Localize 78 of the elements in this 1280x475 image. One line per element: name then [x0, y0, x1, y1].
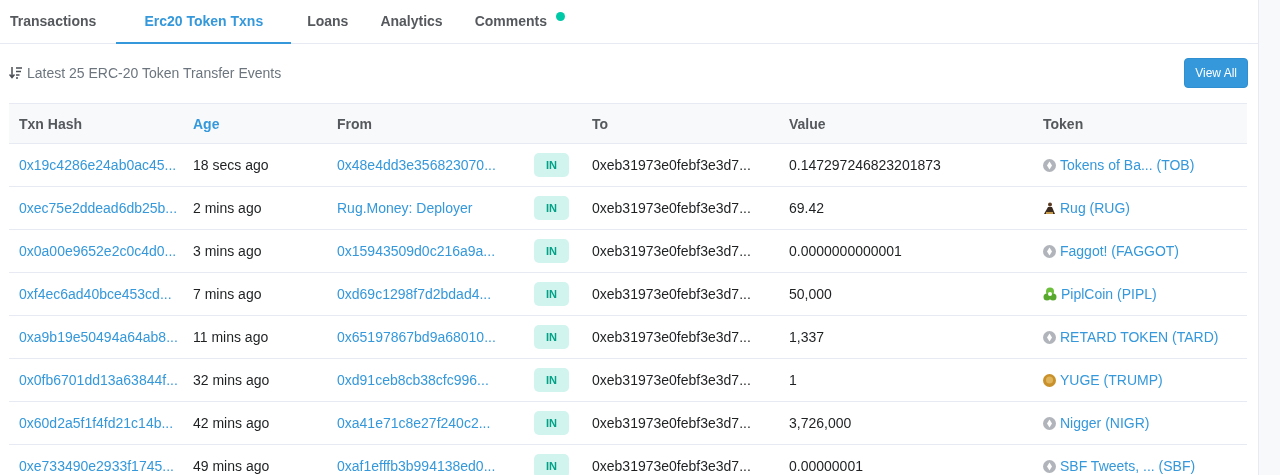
token-link[interactable]: RETARD TOKEN (TARD) — [1060, 329, 1219, 345]
direction-badge: IN — [534, 325, 569, 349]
value-text: 50,000 — [789, 286, 832, 302]
direction-badge: IN — [534, 368, 569, 392]
address-link[interactable]: 0xa41e71c8e27f240c2... — [337, 415, 491, 431]
txn-hash-link[interactable]: 0xa9b19e50494a64ab8... — [19, 329, 178, 345]
txn-hash-link[interactable]: 0x0fb6701dd13a63844f... — [19, 372, 178, 388]
value-text: 0.147297246823201873 — [789, 157, 941, 173]
age-text: 32 mins ago — [193, 372, 270, 388]
direction-badge: IN — [534, 282, 569, 306]
txn-hash-link[interactable]: 0x19c4286e24ab0ac45... — [19, 157, 177, 173]
column-header[interactable]: Age — [193, 115, 220, 132]
token-icon — [1043, 287, 1057, 301]
address-text: 0xeb31973e0febf3e3d7... — [592, 157, 751, 173]
direction-badge: IN — [534, 239, 569, 263]
token-icon — [1043, 244, 1056, 258]
age-text: 49 mins ago — [193, 458, 270, 474]
token-link[interactable]: Faggot! (FAGGOT) — [1060, 243, 1180, 259]
address-text: 0xeb31973e0febf3e3d7... — [592, 329, 751, 345]
token-link[interactable]: PiplCoin (PIPL) — [1061, 286, 1157, 302]
address-text: 0xeb31973e0febf3e3d7... — [592, 286, 751, 302]
column-header: Token — [1043, 115, 1084, 132]
address-link[interactable]: 0x65197867bd9a68010... — [337, 329, 496, 345]
txn-hash-link[interactable]: 0xf4ec6ad40bce453cd... — [19, 286, 172, 302]
address-text: 0xeb31973e0febf3e3d7... — [592, 458, 751, 474]
age-text: 42 mins ago — [193, 415, 270, 431]
address-link[interactable]: 0xd91ceb8cb38cfc996... — [337, 372, 489, 388]
direction-badge: IN — [534, 196, 569, 220]
value-text: 3,726,000 — [789, 415, 852, 431]
address-text: 0xeb31973e0febf3e3d7... — [592, 243, 751, 259]
sort-icon — [9, 67, 23, 79]
tab[interactable]: Loans — [291, 0, 365, 44]
txn-hash-link[interactable]: 0xe733490e2933f1745... — [19, 458, 174, 474]
age-text: 3 mins ago — [193, 243, 262, 259]
column-header: To — [592, 115, 609, 132]
tab[interactable]: Transactions — [0, 0, 117, 44]
tab[interactable]: Analytics — [364, 0, 459, 44]
token-link[interactable]: Nigger (NIGR) — [1060, 415, 1150, 431]
view-all-button[interactable]: View All — [1184, 58, 1248, 88]
token-link[interactable]: Rug (RUG) — [1060, 200, 1130, 216]
address-link[interactable]: 0x48e4dd3e356823070... — [337, 157, 496, 173]
value-text: 1 — [789, 372, 797, 388]
column-header: Txn Hash — [19, 115, 82, 132]
token-icon — [1043, 158, 1056, 172]
age-text: 2 mins ago — [193, 200, 262, 216]
direction-badge: IN — [534, 454, 569, 475]
address-link[interactable]: 0xaf1efffb3b994138ed0... — [337, 458, 496, 474]
address-link[interactable]: 0x15943509d0c216a9a... — [337, 243, 496, 259]
address-text: 0xeb31973e0febf3e3d7... — [592, 415, 751, 431]
direction-badge: IN — [534, 411, 569, 435]
column-header: Value — [789, 115, 826, 132]
token-icon — [1043, 330, 1056, 344]
tab[interactable]: Comments — [458, 0, 575, 44]
value-text: 0.0000000000001 — [789, 243, 902, 259]
txn-hash-link[interactable]: 0x0a00e9652e2c0c4d0... — [19, 243, 177, 259]
token-link[interactable]: YUGE (TRUMP) — [1060, 372, 1163, 388]
value-text: 1,337 — [789, 329, 825, 345]
address-text: 0xeb31973e0febf3e3d7... — [592, 372, 751, 388]
figure-icon — [1043, 201, 1056, 215]
age-text: 7 mins ago — [193, 286, 262, 302]
token-link[interactable]: SBF Tweets, ... (SBF) — [1060, 458, 1196, 474]
column-header: From — [337, 115, 372, 132]
txn-hash-link[interactable]: 0x60d2a5f1f4fd21c14b... — [19, 415, 174, 431]
age-text: 18 secs ago — [193, 157, 269, 173]
coin-icon — [1043, 373, 1056, 387]
value-text: 69.42 — [789, 200, 825, 216]
section-title: Latest 25 ERC-20 Token Transfer Events — [27, 65, 282, 81]
address-link[interactable]: 0xd69c1298f7d2bdad4... — [337, 286, 492, 302]
value-text: 0.00000001 — [789, 458, 863, 474]
tab[interactable]: Erc20 Token Txns — [116, 0, 292, 44]
direction-badge: IN — [534, 153, 569, 177]
address-text: 0xeb31973e0febf3e3d7... — [592, 200, 751, 216]
notification-dot-icon — [556, 12, 565, 21]
token-icon — [1043, 416, 1056, 430]
age-text: 11 mins ago — [193, 329, 269, 345]
txn-hash-link[interactable]: 0xec75e2ddead6db25b... — [19, 200, 178, 216]
address-link[interactable]: Rug.Money: Deployer — [337, 200, 473, 216]
token-link[interactable]: Tokens of Ba... (TOB) — [1060, 157, 1195, 173]
